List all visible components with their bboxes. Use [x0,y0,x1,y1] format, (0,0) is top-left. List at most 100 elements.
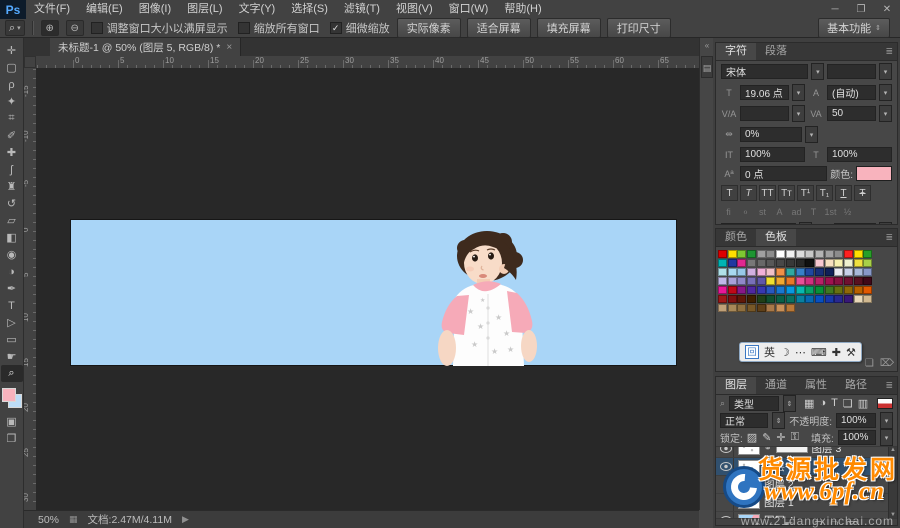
color-swatch-21[interactable] [766,259,775,267]
chevron-down-icon[interactable]: ▾ [879,63,892,80]
fill-field[interactable]: 100% [838,430,876,445]
ime-plus-icon[interactable]: ✚ [832,346,841,359]
shape-tool[interactable]: ▭ [1,331,23,348]
new-layer-button[interactable]: ❏ [830,520,838,526]
quick-selection-tool[interactable]: ✦ [1,93,23,110]
color-swatch-85[interactable] [766,295,775,303]
color-swatch-14[interactable] [854,250,863,258]
color-swatch-29[interactable] [844,259,853,267]
ime-halfmoon-icon[interactable]: ☽ [780,346,790,359]
close-button[interactable]: ✕ [874,0,900,19]
color-swatch-18[interactable] [737,259,746,267]
layer-row-1[interactable]: 图层 5 [716,458,897,476]
color-swatch-32[interactable] [718,268,727,276]
menu-item-2[interactable]: 图像(I) [131,0,179,19]
color-swatch-71[interactable] [786,286,795,294]
visibility-toggle[interactable] [718,476,734,493]
color-swatch-0[interactable] [718,250,727,258]
status-menu-icon[interactable]: ▦ [69,514,78,525]
color-swatch-61[interactable] [844,277,853,285]
color-swatch-27[interactable] [825,259,834,267]
color-swatch-72[interactable] [796,286,805,294]
ime-wrench-icon[interactable]: ⚒ [846,346,856,359]
color-swatch-83[interactable] [747,295,756,303]
layer-thumbnail[interactable] [738,514,760,518]
layer-name[interactable]: 图层 1 [764,495,794,510]
chevron-down-icon[interactable]: ▾ [879,105,892,122]
panel-menu-icon[interactable]: ≣ [885,377,897,394]
color-swatch-90[interactable] [815,295,824,303]
tab-layers[interactable]: 图层 [716,377,756,394]
color-swatch-8[interactable] [796,250,805,258]
color-swatch-59[interactable] [825,277,834,285]
layer-row-4[interactable]: 图层 4 [716,512,897,518]
layer-row-2[interactable]: 图层 2 [716,476,897,494]
brush-tool[interactable]: ʃ [1,161,23,178]
layer-thumbnail[interactable] [738,446,760,455]
ime-logo[interactable]: 回 [745,345,759,359]
marquee-tool[interactable]: ▢ [1,59,23,76]
text-style-button-5[interactable]: T₁ [816,185,833,201]
tracking-field[interactable]: 50 [827,106,876,121]
layer-list-scrollbar[interactable]: ▲ ▼ [888,447,897,518]
filter-toggle-switch[interactable] [877,398,893,409]
color-swatch-40[interactable] [796,268,805,276]
tab-paths[interactable]: 路径 [836,377,876,394]
path-select-tool[interactable]: ▷ [1,314,23,331]
layer-row-0[interactable]: ⚭图层 3 [716,446,897,458]
opentype-button-2[interactable]: st [755,205,770,218]
menu-item-9[interactable]: 帮助(H) [496,0,549,19]
opentype-button-0[interactable]: fi [721,205,736,218]
color-swatch-19[interactable] [747,259,756,267]
chevron-down-icon[interactable]: ▾ [880,429,893,446]
color-swatch-52[interactable] [757,277,766,285]
tab-paragraph[interactable]: 段落 [756,43,796,60]
color-swatch-45[interactable] [844,268,853,276]
foreground-color-swatch[interactable] [2,388,16,402]
font-family-field[interactable]: 宋体 [721,64,808,79]
color-swatch-67[interactable] [747,286,756,294]
color-swatch-74[interactable] [815,286,824,294]
opentype-button-1[interactable]: ℴ [738,205,753,218]
layer-thumbnail[interactable] [738,460,760,473]
lock-all-icon[interactable]: ⚿ [791,431,799,444]
proportional-spacing-field[interactable]: 0% [740,127,802,142]
color-swatch-101[interactable] [766,304,775,312]
color-swatch-63[interactable] [863,277,872,285]
history-brush-tool[interactable]: ↺ [1,195,23,212]
panel-menu-icon[interactable]: ≣ [885,229,897,246]
color-swatch-93[interactable] [844,295,853,303]
color-swatch-55[interactable] [786,277,795,285]
menu-item-8[interactable]: 窗口(W) [441,0,497,19]
chevron-down-icon[interactable]: ▾ [805,126,818,143]
baseline-shift-field[interactable]: 0 点 [740,166,827,181]
delete-layer-button[interactable]: ⌦ [846,520,859,526]
menu-item-5[interactable]: 选择(S) [283,0,336,19]
color-swatch-34[interactable] [737,268,746,276]
zoom-tool[interactable]: ⌕ [1,365,23,382]
layer-row-3[interactable]: 图层 1 [716,494,897,512]
color-swatch-82[interactable] [737,295,746,303]
option-checkbox-1[interactable]: 缩放所有窗口 [238,20,320,36]
color-swatch-51[interactable] [747,277,756,285]
eraser-tool[interactable]: ▱ [1,212,23,229]
lock-move-icon[interactable]: ✛ [776,431,785,444]
updown-caret-icon[interactable]: ⇕ [783,395,796,412]
color-swatch-36[interactable] [757,268,766,276]
language-field[interactable]: 美国英语 [721,223,796,225]
color-swatch-50[interactable] [737,277,746,285]
panel-menu-icon[interactable]: ≣ [885,43,897,60]
color-swatch-88[interactable] [796,295,805,303]
color-swatch-68[interactable] [757,286,766,294]
new-swatch-icon[interactable]: ❏ [865,358,874,369]
color-swatch-77[interactable] [844,286,853,294]
minimize-button[interactable]: ─ [822,0,848,19]
option-button-3[interactable]: 打印尺寸 [607,18,671,38]
color-swatch-79[interactable] [863,286,872,294]
color-swatch-96[interactable] [718,304,727,312]
color-swatch-17[interactable] [728,259,737,267]
filter-adjustment-icon[interactable]: ◑ [819,397,826,410]
layer-thumbnail[interactable] [738,478,760,491]
color-swatch-46[interactable] [854,268,863,276]
color-swatch-25[interactable] [805,259,814,267]
